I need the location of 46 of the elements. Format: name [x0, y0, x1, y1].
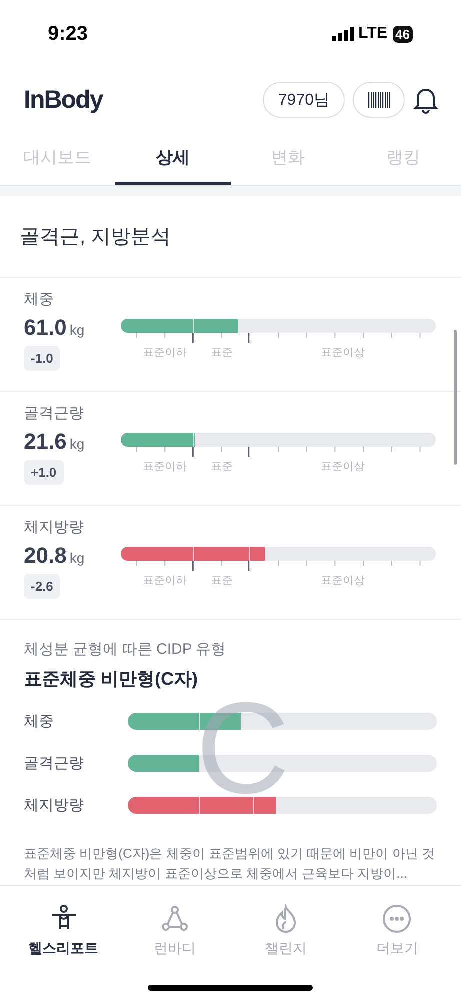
scale-label: 표준 — [210, 574, 233, 588]
more-icon — [382, 904, 412, 934]
signal-icon — [332, 27, 354, 41]
scale-label: 표준 — [210, 460, 233, 474]
battery-indicator: 46 — [392, 26, 413, 42]
scale-label: 표준이하 — [143, 346, 188, 360]
bar-label: 골격근량 — [24, 754, 85, 773]
bar-label: 체지방량 — [24, 796, 85, 815]
change-tag: +1.0 — [24, 460, 64, 485]
scale-label: 표준이상 — [321, 460, 366, 474]
section-title: 골격근, 지방분석 — [0, 196, 461, 278]
app-logo: InBody — [24, 86, 103, 114]
metric-unit: kg — [70, 322, 85, 338]
tab[interactable]: 대시보드 — [0, 132, 116, 185]
nodes-icon — [160, 904, 190, 934]
metric-name: 골격근량 — [24, 404, 85, 423]
metric-value: 61.0 — [24, 315, 67, 341]
status-time: 9:23 — [48, 22, 88, 46]
change-tag: -1.0 — [24, 346, 60, 371]
scale-label: 표준이상 — [321, 574, 366, 588]
tab[interactable]: 랭킹 — [346, 132, 461, 185]
scale-label: 표준이하 — [143, 460, 188, 474]
metric-name: 체중 — [24, 290, 55, 309]
nav-item[interactable]: 헬스리포트 — [8, 886, 120, 1000]
metric-value: 21.6 — [24, 429, 67, 455]
scale-label: 표준이상 — [321, 346, 366, 360]
nav-item[interactable]: 런바디 — [119, 886, 230, 1000]
user-chip[interactable]: 7970님 — [263, 82, 345, 118]
network-label: LTE — [358, 25, 388, 43]
cidp-description: 표준체중 비만형(C자)은 체중이 표준범위에 있기 때문에 비만이 아닌 것처럼 보이지만 체지방이 표준이상으로 체중에서 근육보다 지방이... — [24, 845, 436, 883]
bell-icon[interactable] — [413, 86, 439, 114]
metric-value: 20.8 — [24, 543, 67, 569]
tab[interactable]: 변화 — [230, 132, 346, 185]
nav-item[interactable]: 챌린지 — [230, 886, 342, 1000]
cidp-caption: 체성분 균형에 따른 CIDP 유형 — [24, 640, 228, 659]
scale-label: 표준이하 — [143, 574, 188, 588]
nav-item[interactable]: 더보기 — [342, 886, 453, 1000]
barcode-button[interactable] — [353, 82, 405, 118]
bar-label: 체중 — [24, 712, 55, 731]
barcode-icon — [368, 92, 390, 108]
scale-label: 표준 — [210, 346, 233, 360]
cidp-type-title: 표준체중 비만형(C자) — [24, 668, 199, 691]
metric-unit: kg — [70, 436, 85, 452]
change-tag: -2.6 — [24, 574, 60, 599]
metric-name: 체지방량 — [24, 518, 85, 537]
metric-unit: kg — [70, 550, 85, 566]
